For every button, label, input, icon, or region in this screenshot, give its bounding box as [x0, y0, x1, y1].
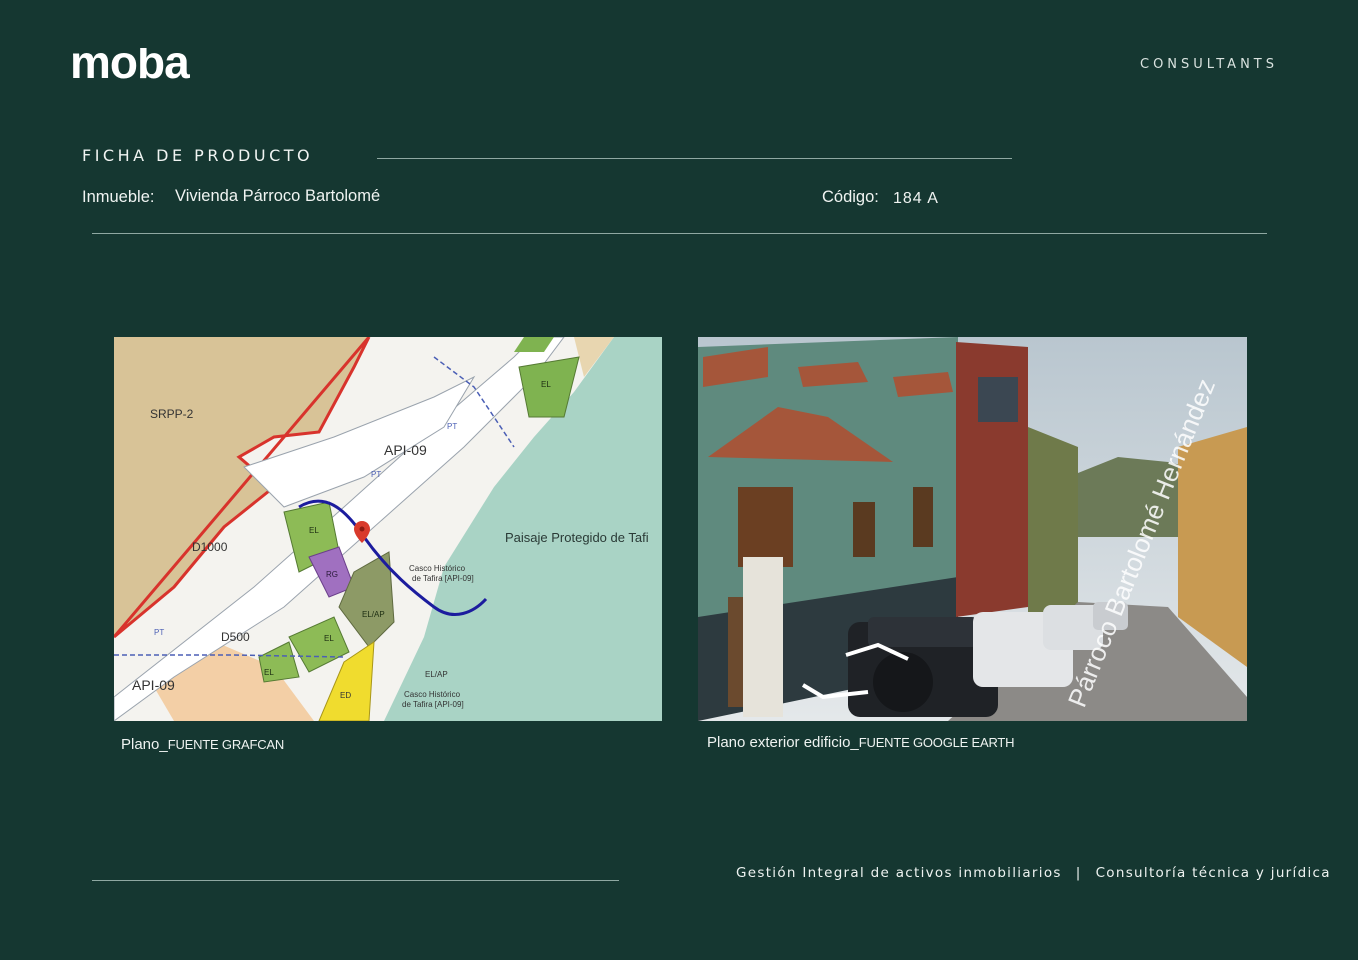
map-label-pt-1: PT: [447, 422, 457, 431]
tagline: CONSULTANTS: [1140, 57, 1278, 72]
property-value: Vivienda Párroco Bartolomé: [175, 187, 381, 205]
map-label-el-3: EL: [324, 634, 334, 643]
map-caption-source: FUENTE GRAFCAN: [167, 737, 285, 752]
logo-text: moba: [70, 48, 190, 82]
footer-separator: |: [1075, 865, 1082, 881]
title-divider: [377, 158, 1012, 159]
map-label-api-bottom: API-09: [132, 677, 175, 693]
map-label-el-4: EL: [264, 668, 274, 677]
map-label-pt-2: PT: [371, 470, 381, 479]
map-label-elap-1: EL/AP: [362, 610, 385, 619]
map-label-casco-2: Casco Histórico: [404, 690, 461, 699]
street-caption-main: Plano exterior edificio_: [707, 734, 859, 751]
map-label-casco-1: Casco Histórico: [409, 564, 466, 573]
grafcan-map-image: SRPP-2 API-09 D1000 D500 API-09 Paisaje …: [114, 337, 662, 721]
map-label-pt-3: PT: [154, 628, 164, 637]
code-value: 184 A: [893, 190, 939, 207]
map-label-d1000: D1000: [192, 540, 228, 554]
map-label-casco-2b: de Tafira [API-09]: [402, 700, 464, 709]
footer-left: Gestión Integral de activos inmobiliario…: [736, 865, 1062, 881]
map-caption-main: Plano_: [121, 736, 168, 753]
footer-text: Gestión Integral de activos inmobiliario…: [736, 865, 1331, 881]
map-label-ed: ED: [340, 691, 351, 700]
section-title: FICHA DE PRODUCTO: [82, 146, 314, 165]
map-label-el-2: EL: [309, 526, 319, 535]
footer-right: Consultoría técnica y jurídica: [1095, 865, 1331, 881]
code-label: Código:: [822, 188, 879, 206]
map-label-api-top: API-09: [384, 442, 427, 458]
map-label-casco-1b: de Tafira [API-09]: [412, 574, 474, 583]
street-view-image: Párroco Bartolomé Hernández: [698, 337, 1247, 721]
map-label-el-1: EL: [541, 380, 551, 389]
street-caption-source: FUENTE GOOGLE EARTH: [858, 735, 1015, 750]
property-label: Inmueble:: [82, 188, 155, 206]
map-label-d500: D500: [221, 630, 250, 644]
map-label-elap-2: EL/AP: [425, 670, 448, 679]
street-caption: Plano exterior edificio_FUENTE GOOGLE EA…: [707, 734, 1015, 751]
map-caption: Plano_FUENTE GRAFCAN: [121, 736, 284, 753]
header-divider: [92, 233, 1267, 234]
footer-divider: [92, 880, 619, 881]
map-label-srpp: SRPP-2: [150, 407, 194, 421]
map-label-paisaje: Paisaje Protegido de Tafi: [505, 530, 649, 545]
moba-logo: moba: [70, 48, 191, 82]
map-label-rg: RG: [326, 570, 338, 579]
